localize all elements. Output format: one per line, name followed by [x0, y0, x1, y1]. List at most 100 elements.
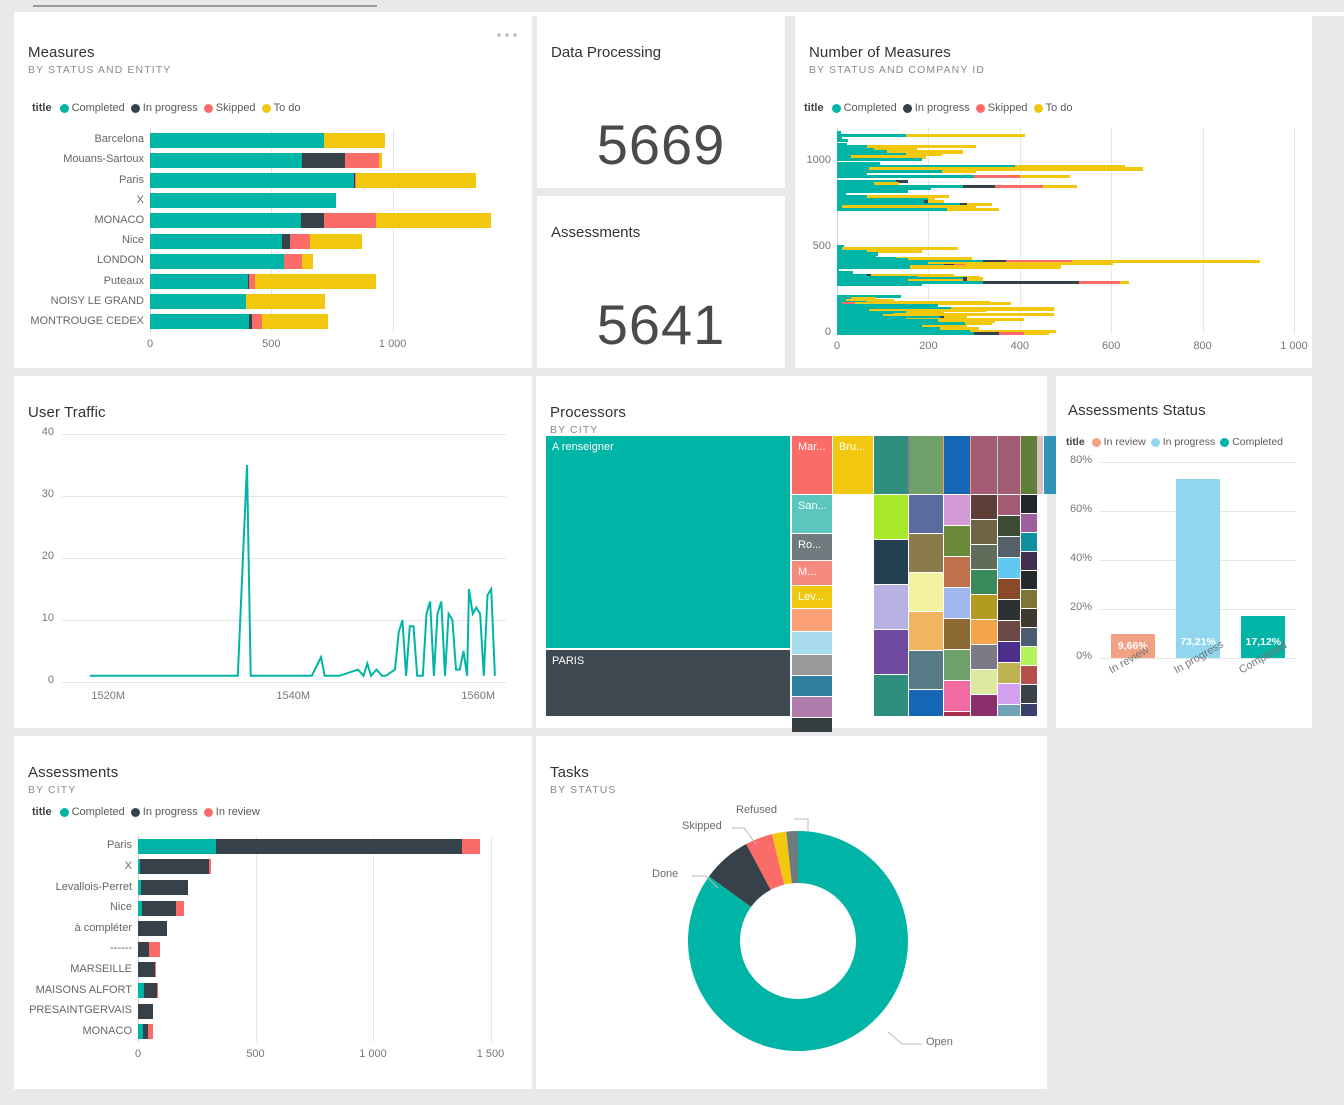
assessments-status-card[interactable]: Assessments Status title In review In pr… — [1056, 376, 1312, 728]
bar-segment[interactable] — [154, 962, 156, 978]
treemap-cell[interactable] — [944, 588, 970, 618]
assessments-city-plot-area[interactable]: 0 500 1 000 1 500 Paris X Levallois-Perret Nice… — [28, 832, 520, 1068]
bar-segment[interactable] — [323, 213, 377, 229]
bar-segment[interactable] — [150, 274, 248, 289]
legend-item-completed[interactable]: Completed — [59, 102, 125, 114]
processors-card[interactable]: Processors BY CITY A renseigner PARIS Mar.… — [536, 376, 1077, 732]
treemap-cell[interactable] — [944, 650, 970, 680]
treemap-cell[interactable] — [1021, 514, 1037, 532]
bar-segment[interactable] — [156, 983, 158, 998]
treemap-cell[interactable] — [792, 609, 832, 631]
bar-segment[interactable] — [147, 1024, 153, 1040]
treemap-cell[interactable] — [998, 705, 1020, 716]
bar-segment[interactable] — [324, 132, 385, 148]
bar-segment[interactable] — [148, 941, 160, 957]
legend-item-to-do[interactable]: To do — [1033, 102, 1072, 114]
treemap-cell[interactable] — [1021, 666, 1037, 684]
bar-segment[interactable] — [300, 213, 324, 229]
bar-segment[interactable] — [983, 280, 1080, 284]
bar-segment[interactable] — [1019, 175, 1071, 179]
bar-segment[interactable] — [138, 941, 149, 957]
user-traffic-line[interactable] — [28, 426, 520, 716]
legend-item-in-review[interactable]: In review — [1091, 436, 1146, 448]
treemap-cell[interactable] — [971, 695, 997, 716]
measures-more-menu-icon[interactable] — [496, 30, 518, 38]
tasks-card[interactable]: Tasks BY STATUS Refused Skipped Done Open — [536, 736, 1047, 1089]
bar-segment[interactable] — [344, 152, 379, 168]
bar-segment[interactable] — [143, 983, 157, 998]
treemap-cell-labeled[interactable]: Bru... — [833, 436, 873, 494]
treemap-cell[interactable] — [1021, 704, 1037, 716]
bar-segment[interactable] — [942, 170, 977, 174]
treemap-cell[interactable] — [944, 526, 970, 556]
treemap-cell[interactable] — [1021, 571, 1037, 589]
treemap-cell[interactable] — [944, 681, 970, 711]
treemap-cell[interactable] — [998, 579, 1020, 599]
legend-item-in-review[interactable]: In review — [203, 806, 260, 818]
legend-item-in-progress[interactable]: In progress — [130, 102, 198, 114]
user-traffic-plot-area[interactable]: 0 10 20 30 40 1520M 1540M 1560M — [28, 426, 520, 716]
treemap-cell[interactable] — [1021, 552, 1037, 570]
bar-segment[interactable] — [356, 173, 477, 188]
bar-segment[interactable] — [208, 859, 212, 875]
bar-segment[interactable] — [150, 152, 303, 168]
number-of-measures-card[interactable]: Number of Measures BY STATUS AND COMPANY… — [795, 16, 1312, 368]
bar-segment[interactable] — [150, 253, 284, 269]
treemap-cell[interactable] — [792, 632, 832, 654]
bar-segment[interactable] — [301, 253, 313, 269]
category-label[interactable]: MARSEILLE — [28, 963, 132, 975]
treemap-cell[interactable] — [998, 537, 1020, 557]
bar-segment[interactable] — [837, 189, 908, 193]
bar-segment[interactable] — [215, 838, 463, 854]
treemap-cell[interactable] — [971, 436, 997, 494]
category-label[interactable]: MONTROUGE CEDEX — [28, 315, 144, 327]
bar-segment[interactable] — [150, 193, 337, 209]
treemap-cell[interactable] — [998, 684, 1020, 704]
treemap-cell[interactable] — [874, 436, 908, 494]
bar-segment[interactable] — [142, 900, 177, 916]
bar-segment[interactable] — [378, 152, 383, 168]
treemap-cell[interactable] — [971, 495, 997, 519]
treemap-cell-labeled[interactable]: A renseigner — [546, 436, 790, 648]
bar-segment[interactable] — [837, 207, 947, 211]
treemap-cell[interactable] — [1021, 609, 1037, 627]
treemap-cell[interactable] — [971, 670, 997, 694]
treemap-cell[interactable] — [1021, 685, 1037, 703]
bar-segment[interactable] — [1079, 280, 1121, 284]
treemap-cell-labeled[interactable]: M... — [792, 561, 832, 585]
bar-segment[interactable] — [837, 134, 906, 138]
bar-segment[interactable] — [946, 207, 1000, 211]
tasks-donut[interactable] — [536, 796, 1047, 1086]
treemap-cell[interactable] — [909, 534, 943, 572]
processors-treemap[interactable]: A renseigner PARIS Mar... San... Ro... M... Le… — [546, 436, 1077, 732]
legend-item-skipped[interactable]: Skipped — [975, 102, 1028, 114]
bar-segment[interactable] — [150, 213, 301, 229]
treemap-cell[interactable] — [909, 690, 943, 716]
bar-segment[interactable] — [1120, 280, 1130, 284]
treemap-cell[interactable] — [909, 651, 943, 689]
bar-segment[interactable] — [140, 880, 188, 895]
measures-plot-area[interactable]: 0 500 1 000 Barcelona Mouans-Sartoux Paris X MO… — [28, 126, 520, 358]
bar-segment[interactable] — [905, 134, 1026, 138]
treemap-cell[interactable] — [944, 619, 970, 649]
bar-segment[interactable] — [283, 253, 302, 269]
treemap-cell-labeled[interactable]: Lev... — [792, 586, 832, 608]
treemap-cell[interactable] — [998, 600, 1020, 620]
bar-segment[interactable] — [302, 152, 345, 168]
bar-segment[interactable] — [964, 321, 993, 326]
treemap-cell-labeled[interactable]: San... — [792, 495, 832, 533]
bar-segment[interactable] — [837, 332, 975, 336]
bar-segment[interactable] — [974, 332, 1000, 336]
category-label[interactable]: MAISONS ALFORT — [28, 984, 132, 996]
assessments-by-city-card[interactable]: Assessments BY CITY title Completed In p… — [14, 736, 532, 1089]
treemap-cell[interactable] — [909, 436, 943, 494]
category-label[interactable]: Paris — [28, 839, 132, 851]
treemap-cell-labeled[interactable]: Mar... — [792, 436, 832, 494]
bar-segment[interactable] — [261, 314, 329, 330]
bar-segment[interactable] — [289, 233, 311, 249]
treemap-cell[interactable] — [998, 621, 1020, 641]
category-label[interactable]: Paris — [28, 174, 144, 186]
treemap-cell[interactable] — [874, 630, 908, 674]
treemap-cell[interactable] — [1021, 533, 1037, 551]
treemap-cell[interactable] — [1021, 495, 1037, 513]
